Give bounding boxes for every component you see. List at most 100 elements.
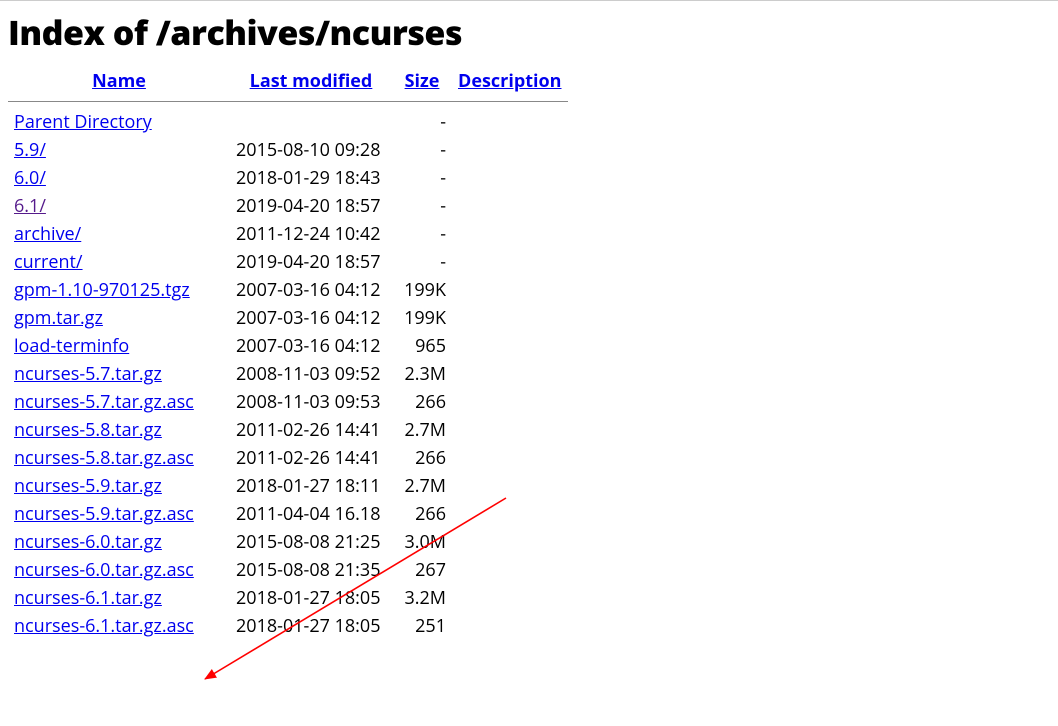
table-row: ncurses-6.0.tar.gz 2015-08-08 21:253.0M (8, 528, 568, 556)
description (452, 528, 568, 556)
description (452, 388, 568, 416)
file-size: - (392, 192, 452, 220)
last-modified: 2007-03-16 04:12 (230, 276, 392, 304)
table-row: 5.9/2015-08-10 09:28- (8, 136, 568, 164)
description (452, 136, 568, 164)
header-divider (8, 99, 568, 108)
file-link[interactable]: ncurses-5.8.tar.gz.asc (14, 446, 194, 470)
last-modified: 2015-08-08 21:35 (230, 556, 392, 584)
page-title: Index of /archives/ncurses (8, 9, 1058, 55)
file-link[interactable]: 5.9/ (14, 138, 46, 162)
file-size: 965 (392, 332, 452, 360)
last-modified: 2007-03-16 04:12 (230, 304, 392, 332)
description (452, 332, 568, 360)
file-link[interactable]: archive/ (14, 222, 81, 246)
table-row: gpm-1.10-970125.tgz 2007-03-16 04:12199K (8, 276, 568, 304)
sort-by-name[interactable]: Name (92, 69, 146, 93)
sort-by-description[interactable]: Description (458, 69, 562, 93)
last-modified: 2018-01-29 18:43 (230, 164, 392, 192)
description (452, 416, 568, 444)
last-modified: 2008-11-03 09:52 (230, 360, 392, 388)
last-modified: 2007-03-16 04:12 (230, 332, 392, 360)
table-row: ncurses-5.8.tar.gz 2011-02-26 14:412.7M (8, 416, 568, 444)
description (452, 248, 568, 276)
last-modified: 2011-12-24 10:42 (230, 220, 392, 248)
sort-by-size[interactable]: Size (405, 69, 440, 93)
last-modified: 2015-08-08 21:25 (230, 528, 392, 556)
description (452, 220, 568, 248)
table-row: load-terminfo 2007-03-16 04:12965 (8, 332, 568, 360)
last-modified: 2018-01-27 18:05 (230, 584, 392, 612)
file-link[interactable]: ncurses-5.7.tar.gz.asc (14, 390, 194, 414)
file-size: 266 (392, 500, 452, 528)
description (452, 304, 568, 332)
table-row: gpm.tar.gz 2007-03-16 04:12199K (8, 304, 568, 332)
file-size: - (392, 220, 452, 248)
file-link[interactable]: ncurses-6.0.tar.gz (14, 530, 162, 554)
description (452, 192, 568, 220)
last-modified: 2011-04-04 16.18 (230, 500, 392, 528)
file-size: 251 (392, 612, 452, 640)
file-size: 3.0M (392, 528, 452, 556)
file-link[interactable]: ncurses-5.9.tar.gz (14, 474, 162, 498)
table-row: ncurses-5.9.tar.gz.asc 2011-04-04 16.1826… (8, 500, 568, 528)
last-modified: 2008-11-03 09:53 (230, 388, 392, 416)
table-row: Parent Directory - (8, 108, 568, 136)
description (452, 360, 568, 388)
file-size: 266 (392, 444, 452, 472)
file-link[interactable]: 6.1/ (14, 194, 46, 218)
last-modified: 2011-02-26 14:41 (230, 416, 392, 444)
file-size: 2.7M (392, 416, 452, 444)
file-link[interactable]: load-terminfo (14, 334, 129, 358)
description (452, 584, 568, 612)
table-row: archive/2011-12-24 10:42- (8, 220, 568, 248)
description (452, 444, 568, 472)
file-link[interactable]: Parent Directory (14, 110, 152, 134)
table-row: ncurses-6.1.tar.gz.asc 2018-01-27 18:0525… (8, 612, 568, 640)
description (452, 108, 568, 136)
last-modified: 2015-08-10 09:28 (230, 136, 392, 164)
file-link[interactable]: current/ (14, 250, 83, 274)
table-row: ncurses-5.7.tar.gz 2008-11-03 09:522.3M (8, 360, 568, 388)
description (452, 276, 568, 304)
last-modified: 2018-01-27 18:05 (230, 612, 392, 640)
file-size: 199K (392, 276, 452, 304)
description (452, 164, 568, 192)
file-link[interactable]: ncurses-5.8.tar.gz (14, 418, 162, 442)
last-modified: 2019-04-20 18:57 (230, 192, 392, 220)
table-row: ncurses-6.0.tar.gz.asc 2015-08-08 21:3526… (8, 556, 568, 584)
file-size: - (392, 248, 452, 276)
file-link[interactable]: gpm-1.10-970125.tgz (14, 278, 190, 302)
file-size: - (392, 108, 452, 136)
file-size: 3.2M (392, 584, 452, 612)
file-size: 2.3M (392, 360, 452, 388)
file-size: 266 (392, 388, 452, 416)
last-modified: 2018-01-27 18:11 (230, 472, 392, 500)
sort-by-modified[interactable]: Last modified (250, 69, 373, 93)
table-row: 6.0/2018-01-29 18:43- (8, 164, 568, 192)
table-row: ncurses-5.7.tar.gz.asc 2008-11-03 09:5326… (8, 388, 568, 416)
table-row: 6.1/2019-04-20 18:57- (8, 192, 568, 220)
file-link[interactable]: ncurses-6.1.tar.gz (14, 586, 162, 610)
file-link[interactable]: ncurses-6.1.tar.gz.asc (14, 614, 194, 638)
file-size: - (392, 136, 452, 164)
file-size: 2.7M (392, 472, 452, 500)
file-size: - (392, 164, 452, 192)
file-link[interactable]: gpm.tar.gz (14, 306, 103, 330)
directory-listing-table: Name Last modified Size Description Pare… (8, 65, 568, 640)
file-size: 267 (392, 556, 452, 584)
file-link[interactable]: ncurses-6.0.tar.gz.asc (14, 558, 194, 582)
description (452, 556, 568, 584)
file-size: 199K (392, 304, 452, 332)
description (452, 612, 568, 640)
last-modified: 2011-02-26 14:41 (230, 444, 392, 472)
header-row: Name Last modified Size Description (8, 65, 568, 99)
last-modified: 2019-04-20 18:57 (230, 248, 392, 276)
file-link[interactable]: 6.0/ (14, 166, 46, 190)
file-link[interactable]: ncurses-5.7.tar.gz (14, 362, 162, 386)
last-modified (230, 108, 392, 136)
table-row: ncurses-6.1.tar.gz 2018-01-27 18:053.2M (8, 584, 568, 612)
table-row: ncurses-5.8.tar.gz.asc 2011-02-26 14:4126… (8, 444, 568, 472)
file-link[interactable]: ncurses-5.9.tar.gz.asc (14, 502, 194, 526)
description (452, 472, 568, 500)
